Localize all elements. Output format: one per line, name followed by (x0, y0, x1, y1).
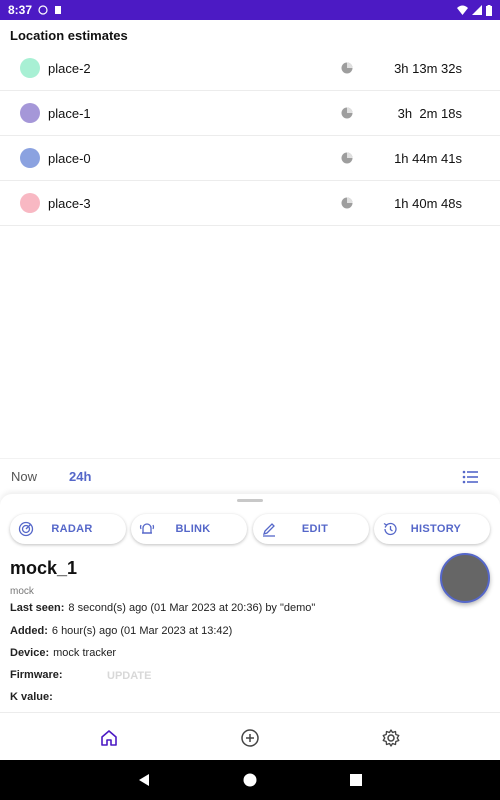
device-name: mock_1 (10, 558, 78, 578)
history-button[interactable]: HISTORY (374, 514, 490, 544)
home-circle-icon[interactable] (242, 772, 258, 788)
place-color-dot (20, 148, 40, 168)
location-list: place-2 3h 13m 32s place-1 3h 2m 18s pla… (0, 46, 500, 226)
place-duration: 3h 13m 32s (394, 60, 462, 76)
last-seen-label: Last seen: (10, 602, 65, 614)
device-value: mock tracker (53, 647, 117, 659)
bell-ring-icon (139, 523, 155, 534)
last-seen-row: Last seen: 8 second(s) ago (01 Mar 2023 a… (10, 602, 315, 614)
clock-icon (341, 107, 353, 119)
place-duration: 3h 2m 18s (397, 105, 462, 121)
signal-icon (472, 5, 482, 15)
place-color-dot (20, 103, 40, 123)
wifi-icon (457, 5, 468, 15)
edit-button[interactable]: EDIT (253, 514, 369, 544)
location-estimates-title: Location estimates (10, 28, 128, 43)
home-icon[interactable] (99, 728, 119, 748)
place-name: place-3 (48, 195, 91, 211)
firmware-row: Firmware: (10, 669, 67, 681)
radar-icon (18, 521, 34, 537)
clock-icon (341, 197, 353, 209)
radar-label: RADAR (51, 523, 93, 535)
status-time: 8:37 (8, 3, 33, 17)
place-color-dot (20, 193, 40, 213)
update-firmware-button[interactable]: UPDATE (107, 670, 151, 682)
pencil-icon (262, 523, 275, 537)
device-bottom-sheet: RADAR BLINK EDIT HISTORY mock_1 mock Las… (0, 494, 500, 712)
list-item[interactable]: place-0 1h 44m 41s (0, 136, 500, 181)
place-name: place-0 (48, 150, 91, 166)
add-circle-icon[interactable] (240, 728, 260, 748)
edit-label: EDIT (301, 523, 329, 535)
place-name: place-2 (48, 60, 91, 76)
list-item[interactable]: place-1 3h 2m 18s (0, 91, 500, 136)
history-icon (383, 522, 397, 536)
firmware-label: Firmware: (10, 669, 63, 681)
added-value: 6 hour(s) ago (01 Mar 2023 at 13:42) (51, 625, 233, 637)
status-bar: 8:37 (0, 0, 500, 20)
place-duration: 1h 44m 41s (394, 150, 462, 166)
list-item[interactable]: place-2 3h 13m 32s (0, 46, 500, 91)
history-label: HISTORY (410, 523, 462, 535)
bottom-navigation (0, 712, 500, 760)
time-option-24h[interactable]: 24h (69, 469, 91, 484)
clock-icon (341, 152, 353, 164)
battery-icon (486, 4, 492, 16)
sheet-drag-handle[interactable] (237, 499, 263, 502)
k-value-label: K value: (10, 691, 53, 703)
gear-icon[interactable] (381, 728, 401, 748)
time-range-bar: Now 24h (0, 458, 500, 494)
list-item[interactable]: place-3 1h 40m 48s (0, 181, 500, 226)
blink-label: BLINK (175, 523, 211, 535)
recents-icon[interactable] (348, 772, 364, 788)
sd-card-icon (55, 6, 62, 14)
k-value-row: K value: (10, 691, 57, 703)
place-name: place-1 (48, 105, 91, 121)
added-label: Added: (10, 625, 48, 637)
clock-icon (341, 62, 353, 74)
radar-button[interactable]: RADAR (10, 514, 126, 544)
list-view-icon[interactable] (462, 469, 478, 485)
place-color-dot (20, 58, 40, 78)
device-row: Device: mock tracker (10, 647, 116, 659)
added-row: Added: 6 hour(s) ago (01 Mar 2023 at 13:4… (10, 625, 232, 637)
device-type: mock (10, 586, 34, 597)
system-navigation-bar (0, 760, 500, 800)
last-seen-value: 8 second(s) ago (01 Mar 2023 at 20:36) b… (68, 602, 316, 614)
back-icon[interactable] (136, 772, 152, 788)
notification-icon (38, 5, 48, 15)
place-duration: 1h 40m 48s (394, 195, 462, 211)
time-option-now[interactable]: Now (11, 469, 37, 484)
device-avatar-button[interactable] (440, 553, 490, 603)
blink-button[interactable]: BLINK (131, 514, 247, 544)
device-label: Device: (10, 647, 50, 659)
